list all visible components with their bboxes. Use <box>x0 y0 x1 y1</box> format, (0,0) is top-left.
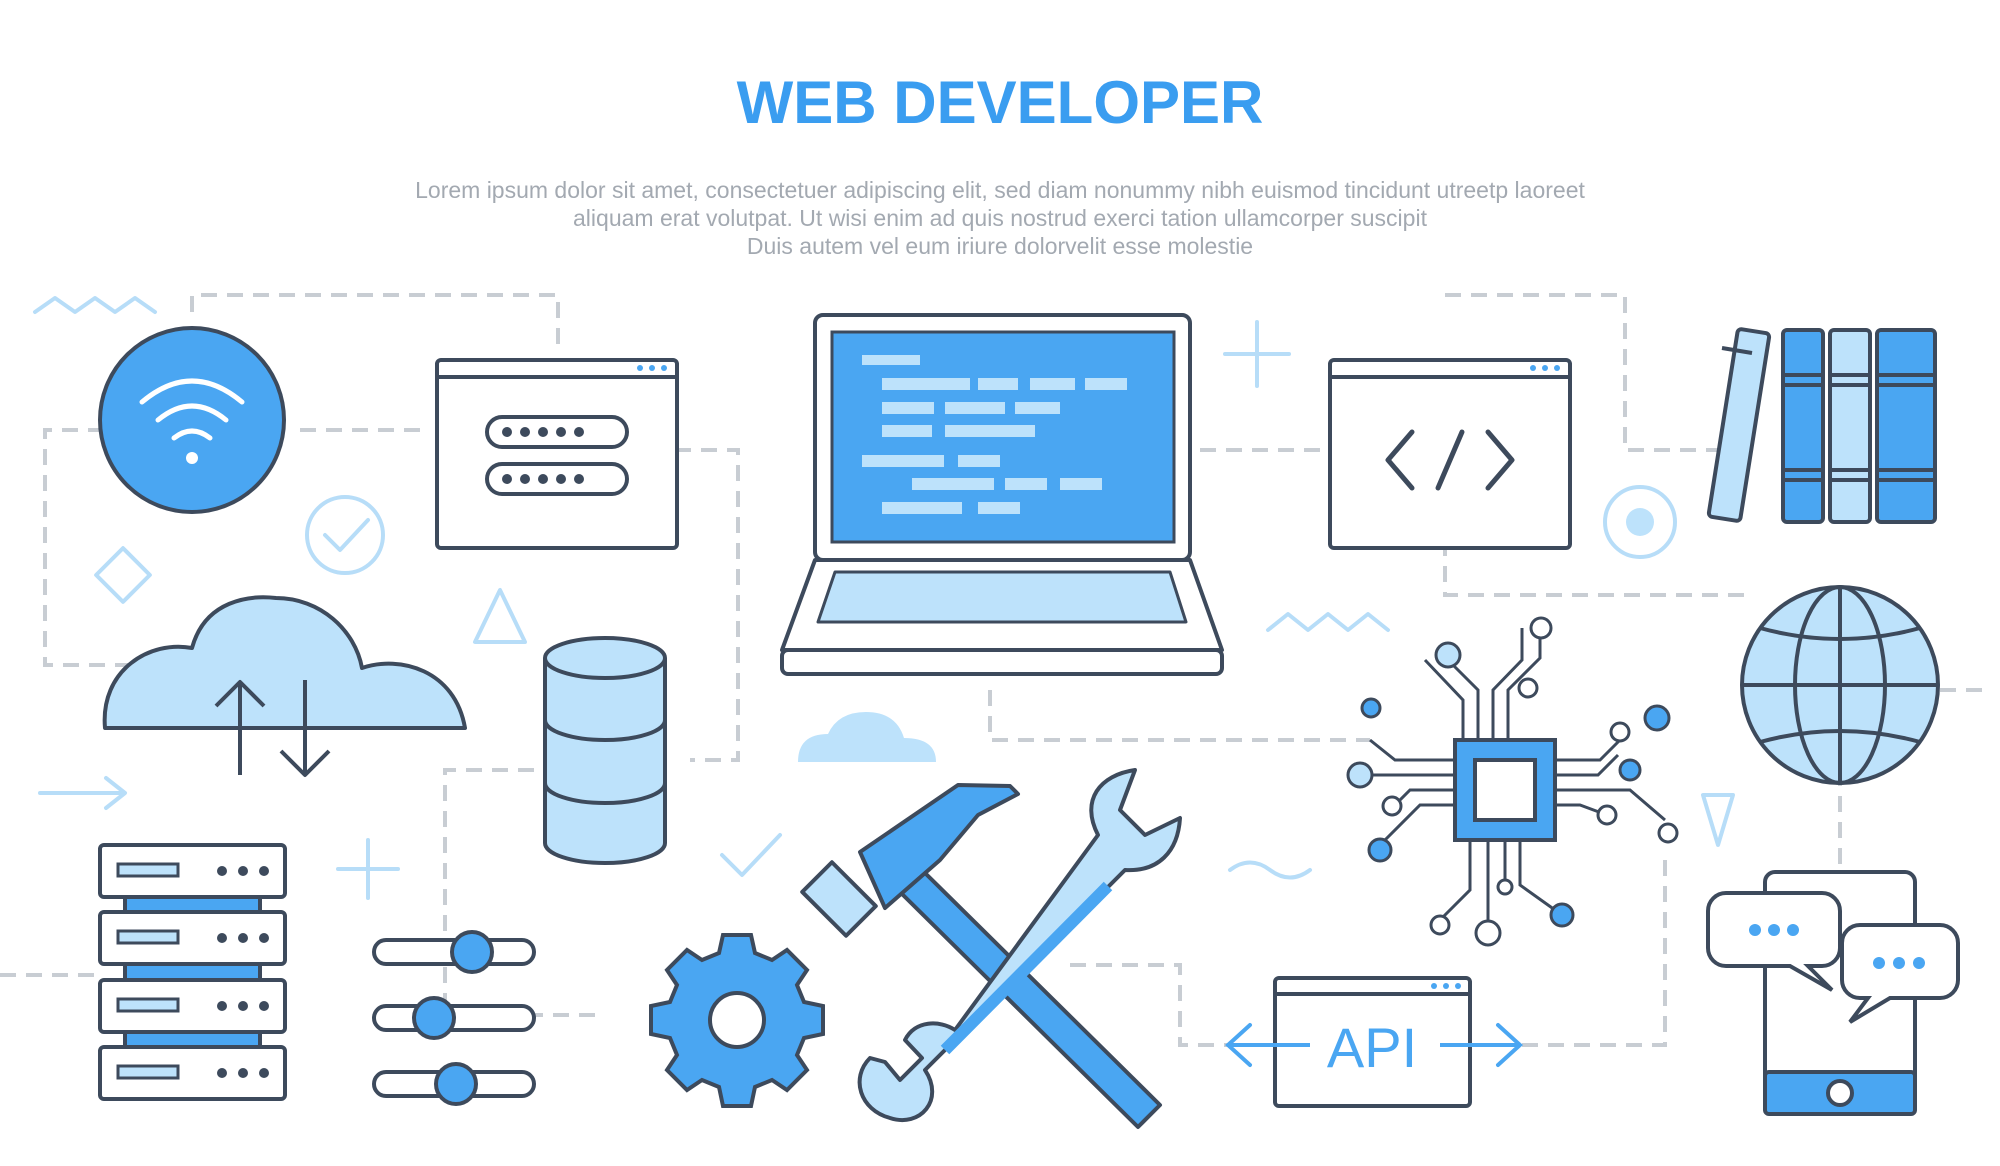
sliders-icon <box>372 930 536 1106</box>
code-window-icon <box>1328 358 1572 550</box>
server-rack-icon <box>98 843 287 1101</box>
api-window-icon: API <box>1225 976 1523 1108</box>
hammer-wrench-icon <box>800 768 1182 1129</box>
laptop-code-icon <box>780 313 1224 676</box>
gear-icon <box>649 933 825 1108</box>
api-label: API <box>1327 1016 1417 1079</box>
globe-icon <box>1740 585 1940 785</box>
wifi-icon <box>98 326 286 514</box>
database-icon <box>543 636 667 865</box>
books-icon <box>1706 327 1937 524</box>
cloud-transfer-icon <box>102 595 467 777</box>
small-cloud-icon <box>798 712 936 762</box>
target-dot <box>1626 508 1654 536</box>
password-window-icon <box>435 358 679 550</box>
illustration: API <box>0 293 1990 1129</box>
smartphone-chat-icon <box>1706 870 1960 1116</box>
circuit-chip-icon <box>1346 616 1679 947</box>
